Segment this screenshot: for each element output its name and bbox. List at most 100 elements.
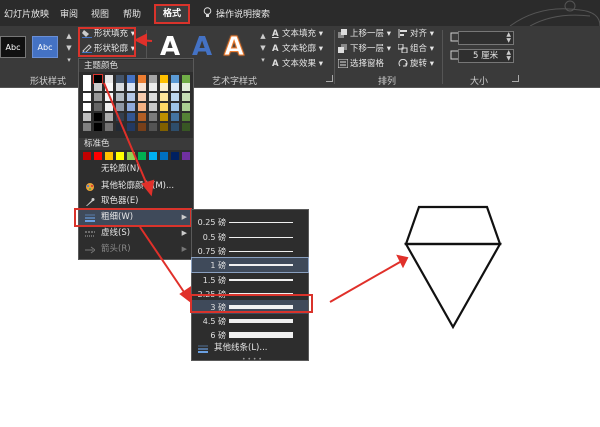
- ice-cream-shape[interactable]: [404, 205, 502, 330]
- theme-color-swatch[interactable]: [160, 103, 168, 111]
- theme-color-swatch[interactable]: [160, 83, 168, 91]
- theme-color-swatch[interactable]: [149, 103, 157, 111]
- theme-color-swatch[interactable]: [127, 93, 135, 101]
- theme-color-swatch[interactable]: [116, 93, 124, 101]
- selection-pane-button[interactable]: 选择窗格: [338, 58, 384, 71]
- theme-color-swatch[interactable]: [105, 75, 113, 83]
- standard-color-swatch[interactable]: [171, 152, 179, 160]
- theme-color-swatch[interactable]: [83, 123, 91, 131]
- text-outline-button[interactable]: A 文本轮廓 ▾: [272, 43, 323, 56]
- shape-style-scroll[interactable]: ▲ ▼ ▾: [64, 30, 74, 70]
- theme-color-swatch[interactable]: [171, 83, 179, 91]
- standard-color-swatch[interactable]: [149, 152, 157, 160]
- bring-forward-button[interactable]: 上移一层 ▾: [338, 28, 391, 41]
- theme-color-swatch[interactable]: [182, 113, 190, 121]
- theme-color-swatch[interactable]: [138, 75, 146, 83]
- theme-color-swatch[interactable]: [116, 83, 124, 91]
- theme-color-swatch[interactable]: [116, 75, 124, 83]
- theme-color-swatch[interactable]: [138, 83, 146, 91]
- theme-color-swatch[interactable]: [138, 103, 146, 111]
- tab-help[interactable]: 帮助: [123, 7, 141, 20]
- tab-review[interactable]: 审阅: [60, 7, 78, 20]
- wordart-sample-2[interactable]: A: [192, 32, 212, 62]
- theme-color-swatch[interactable]: [116, 123, 124, 131]
- theme-color-swatch[interactable]: [182, 103, 190, 111]
- theme-color-swatch[interactable]: [83, 103, 91, 111]
- theme-color-swatch[interactable]: [94, 103, 102, 111]
- width-spinner-icon[interactable]: ▲ ▼: [506, 50, 511, 62]
- size-launcher-icon[interactable]: [512, 75, 519, 82]
- standard-color-swatch[interactable]: [94, 152, 102, 160]
- weight-option[interactable]: 4.5 磅: [192, 314, 308, 328]
- theme-color-swatch[interactable]: [127, 103, 135, 111]
- theme-color-swatch[interactable]: [138, 93, 146, 101]
- theme-color-swatch[interactable]: [105, 83, 113, 91]
- standard-color-swatch[interactable]: [182, 152, 190, 160]
- theme-color-swatch[interactable]: [160, 113, 168, 121]
- more-lines-item[interactable]: 其他线条(L)...: [192, 341, 308, 356]
- width-input[interactable]: 5 厘米 ▲ ▼: [458, 49, 514, 63]
- theme-color-swatch[interactable]: [116, 113, 124, 121]
- tab-view[interactable]: 视图: [91, 7, 109, 20]
- standard-color-swatch[interactable]: [105, 152, 113, 160]
- tab-slideshow[interactable]: 幻灯片放映: [4, 7, 49, 20]
- theme-color-swatch[interactable]: [149, 113, 157, 121]
- resize-grip-icon[interactable]: • • • •: [242, 356, 262, 363]
- theme-color-swatch[interactable]: [127, 83, 135, 91]
- theme-color-swatch[interactable]: [94, 113, 102, 121]
- shape-style-sample-2[interactable]: Abc: [32, 36, 58, 58]
- shape-style-sample-1[interactable]: Abc: [0, 36, 26, 58]
- height-input[interactable]: ▲ ▼: [458, 31, 514, 45]
- theme-color-swatch[interactable]: [94, 123, 102, 131]
- weight-option[interactable]: 1 磅: [191, 257, 309, 273]
- theme-color-swatch[interactable]: [105, 123, 113, 131]
- rotate-button[interactable]: 旋转 ▾: [398, 58, 434, 71]
- weight-option[interactable]: 0.5 磅: [192, 230, 308, 244]
- theme-color-swatch[interactable]: [160, 75, 168, 83]
- theme-color-swatch[interactable]: [171, 123, 179, 131]
- height-spinner-icon[interactable]: ▲ ▼: [506, 32, 511, 44]
- theme-color-swatch[interactable]: [105, 93, 113, 101]
- weight-option[interactable]: 0.75 磅: [192, 244, 308, 258]
- theme-color-swatch[interactable]: [160, 123, 168, 131]
- wordart-launcher-icon[interactable]: [326, 75, 333, 82]
- theme-color-swatch[interactable]: [83, 113, 91, 121]
- theme-color-swatch[interactable]: [83, 75, 91, 83]
- standard-color-swatch[interactable]: [83, 152, 91, 160]
- theme-color-swatch[interactable]: [149, 75, 157, 83]
- theme-color-swatch[interactable]: [171, 75, 179, 83]
- theme-color-swatch[interactable]: [171, 93, 179, 101]
- text-effect-button[interactable]: A 文本效果 ▾: [272, 58, 323, 71]
- theme-color-swatch[interactable]: [138, 113, 146, 121]
- theme-color-swatch[interactable]: [105, 113, 113, 121]
- wordart-scroll[interactable]: ▲ ▼ ▾: [258, 30, 268, 70]
- theme-color-swatch[interactable]: [149, 83, 157, 91]
- theme-color-swatch[interactable]: [94, 93, 102, 101]
- theme-color-swatch[interactable]: [138, 123, 146, 131]
- weight-option[interactable]: 6 磅: [192, 328, 308, 342]
- theme-color-swatch[interactable]: [149, 93, 157, 101]
- align-button[interactable]: 对齐 ▾: [398, 28, 434, 41]
- theme-color-swatch[interactable]: [182, 93, 190, 101]
- theme-color-swatch[interactable]: [105, 103, 113, 111]
- theme-color-swatch[interactable]: [83, 93, 91, 101]
- standard-color-swatch[interactable]: [127, 152, 135, 160]
- standard-color-swatch[interactable]: [138, 152, 146, 160]
- theme-color-swatch[interactable]: [171, 113, 179, 121]
- dashes-item[interactable]: 虚线(S) ▶: [79, 226, 193, 241]
- send-backward-button[interactable]: 下移一层 ▾: [338, 43, 391, 56]
- theme-color-swatch[interactable]: [182, 83, 190, 91]
- theme-color-swatch[interactable]: [127, 113, 135, 121]
- theme-color-swatch[interactable]: [127, 123, 135, 131]
- theme-color-swatch[interactable]: [127, 75, 135, 83]
- search-input[interactable]: 操作说明搜索: [216, 7, 270, 20]
- more-outline-colors-item[interactable]: 其他轮廓颜色(M)...: [79, 179, 193, 194]
- theme-color-swatch[interactable]: [149, 123, 157, 131]
- tab-format[interactable]: 格式: [154, 4, 190, 24]
- weight-option[interactable]: 0.25 磅: [192, 215, 308, 229]
- eyedropper-item[interactable]: 取色器(E): [79, 194, 193, 209]
- theme-color-swatch[interactable]: [182, 75, 190, 83]
- theme-color-swatch[interactable]: [160, 93, 168, 101]
- theme-color-swatch[interactable]: [94, 83, 102, 91]
- theme-color-swatch[interactable]: [182, 123, 190, 131]
